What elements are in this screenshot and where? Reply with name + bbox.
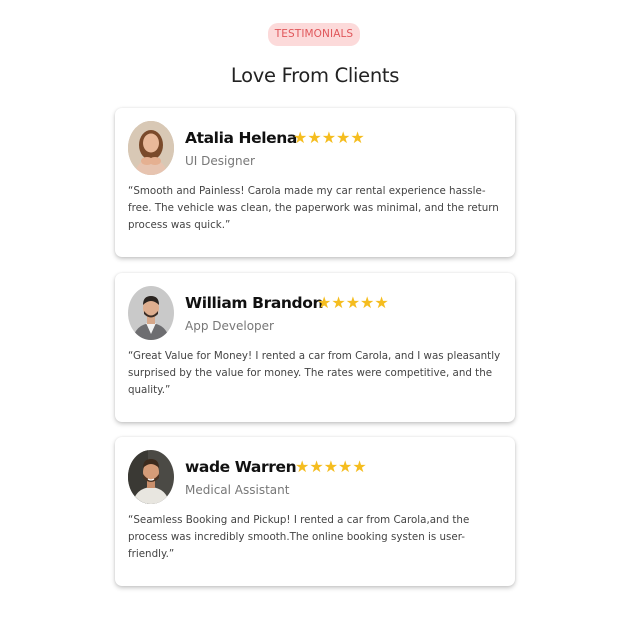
testimonial-card: wade Warren ★★★★★ Medical Assistant “Sea… — [115, 437, 515, 586]
avatar — [128, 450, 174, 504]
testimonial-quote: “Great Value for Money! I rented a car f… — [128, 350, 501, 396]
star-rating: ★★★★★ — [293, 128, 365, 147]
avatar — [128, 121, 174, 175]
client-name: Atalia Helena — [185, 129, 297, 147]
avatar-photo — [128, 121, 174, 175]
section-badge: TESTIMONIALS — [268, 23, 360, 46]
testimonials-section: TESTIMONIALS Love From Clients Atalia He… — [0, 0, 633, 619]
client-name: William Brandon — [185, 294, 324, 312]
client-role: UI Designer — [185, 154, 255, 168]
star-rating: ★★★★★ — [317, 293, 389, 312]
testimonial-quote: “Smooth and Painless! Carola made my car… — [128, 185, 499, 231]
client-role: App Developer — [185, 319, 274, 333]
star-rating: ★★★★★ — [295, 457, 367, 476]
avatar — [128, 286, 174, 340]
testimonial-card: William Brandon ★★★★★ App Developer “Gre… — [115, 273, 515, 422]
client-role: Medical Assistant — [185, 483, 290, 497]
avatar-photo — [128, 286, 174, 340]
avatar-photo — [128, 450, 174, 504]
section-heading: Love From Clients — [230, 64, 400, 87]
testimonial-card: Atalia Helena ★★★★★ UI Designer “Smooth … — [115, 108, 515, 257]
testimonial-quote: “Seamless Booking and Pickup! I rented a… — [128, 514, 470, 560]
client-name: wade Warren — [185, 458, 297, 476]
